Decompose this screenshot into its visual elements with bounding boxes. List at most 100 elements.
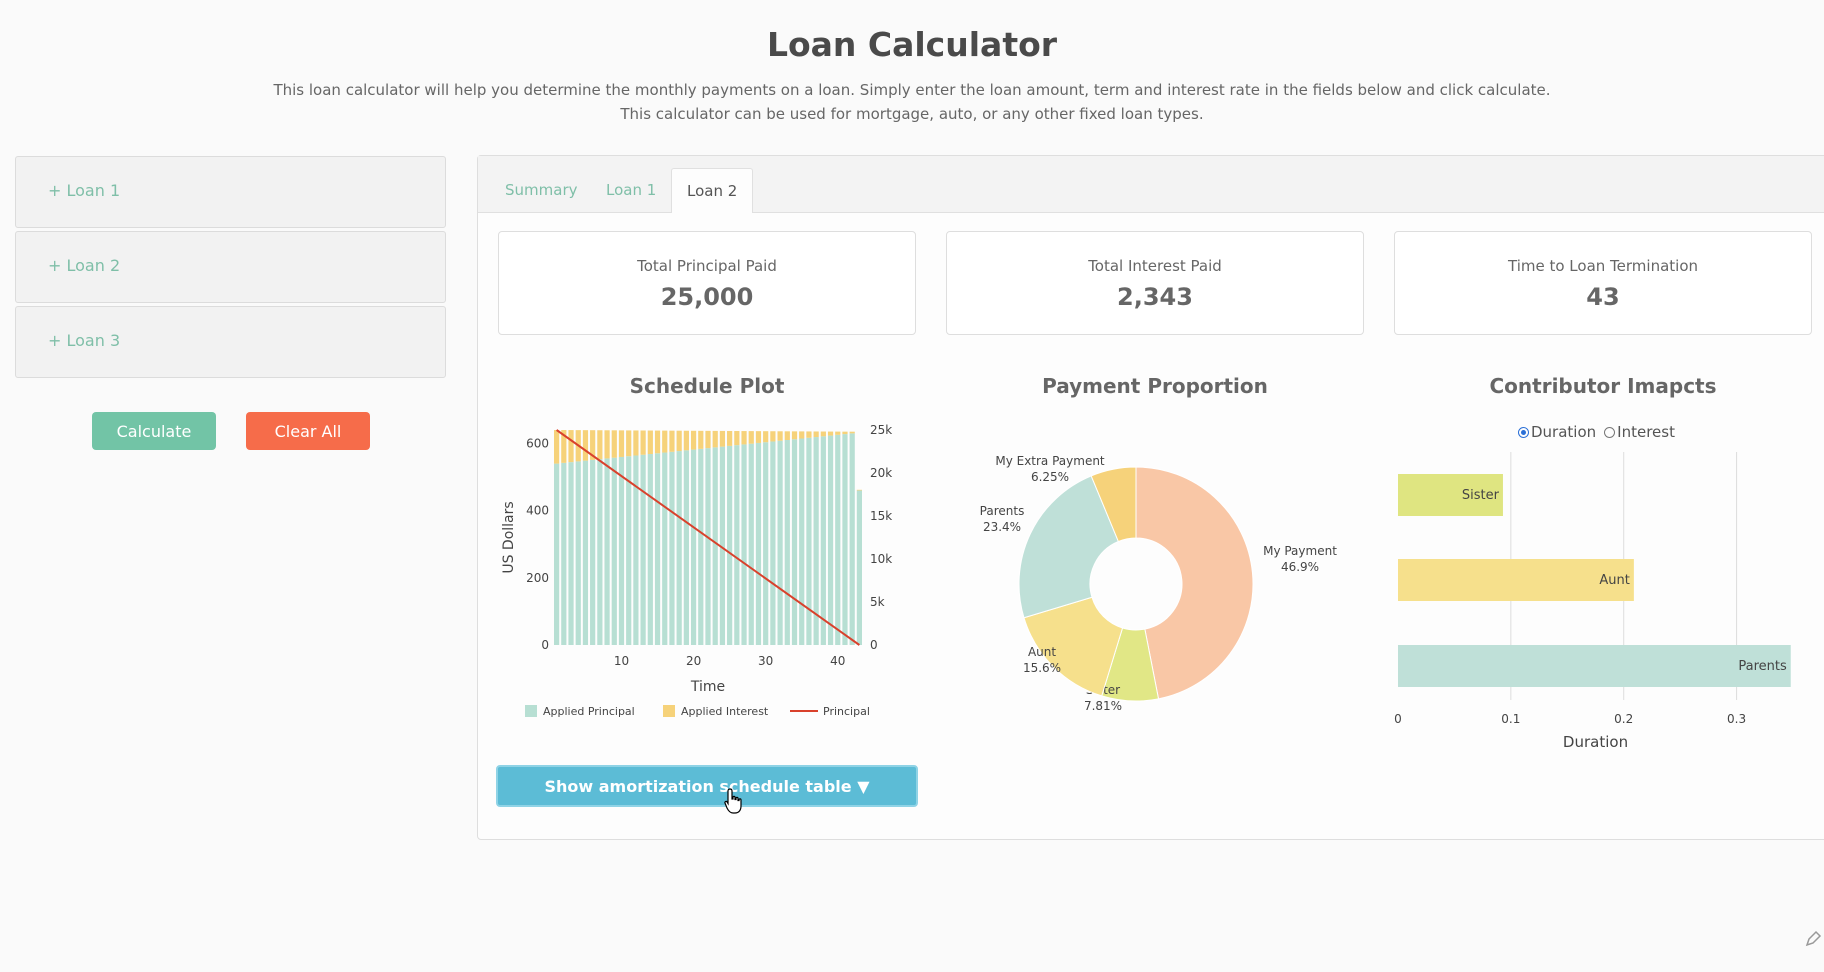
principal-bar — [604, 458, 610, 645]
principal-bar — [741, 444, 747, 645]
loan-accordion: + Loan 1 + Loan 2 + Loan 3 — [15, 156, 446, 381]
contributor-impacts-title: Contributor Imapcts — [1489, 374, 1717, 398]
principal-bar — [763, 442, 769, 645]
legend-interest-swatch — [663, 705, 675, 717]
pie-slice-pct: 7.81% — [1084, 699, 1122, 713]
radio-interest-circle[interactable] — [1604, 426, 1616, 438]
y2-tick-label: 25k — [870, 423, 892, 437]
x-tick-label: 30 — [758, 654, 773, 668]
principal-bar — [626, 456, 632, 645]
stat-label: Time to Loan Termination — [1508, 257, 1698, 275]
x-tick-label: 10 — [614, 654, 629, 668]
principal-bar — [784, 439, 790, 645]
radio-interest[interactable]: Interest — [1604, 423, 1675, 441]
principal-bar — [806, 437, 812, 645]
impact-metric-radio-group: Duration Interest — [1518, 423, 1675, 441]
x-tick-label: 0.2 — [1614, 712, 1633, 726]
stat-card-principal: Total Principal Paid 25,000 — [498, 231, 916, 335]
radio-duration-label: Duration — [1531, 423, 1597, 441]
principal-bar — [611, 457, 617, 645]
legend-principal-line-label: Principal — [823, 705, 870, 718]
principal-bar — [647, 454, 653, 645]
loan-1-toggle[interactable]: + Loan 1 — [15, 156, 446, 228]
payment-proportion-chart: My Payment46.9%Sister7.81%Aunt15.6%Paren… — [980, 454, 1338, 713]
principal-bar — [654, 453, 661, 645]
interest-bar — [662, 430, 668, 453]
principal-bar — [820, 436, 826, 645]
pie-slice-pct: 6.25% — [1031, 470, 1069, 484]
interest-bar — [842, 431, 848, 435]
loan-3-toggle[interactable]: + Loan 3 — [15, 306, 446, 378]
x-axis-label: Time — [690, 679, 725, 695]
legend-principal-swatch — [525, 705, 537, 717]
description-line-2: This calculator can be used for mortgage… — [620, 105, 1204, 123]
y2-tick-label: 20k — [870, 466, 892, 480]
contributor-bar-label: Parents — [1738, 659, 1787, 674]
interest-bar — [640, 430, 646, 455]
interest-bar — [849, 431, 855, 434]
interest-bar — [820, 431, 826, 437]
tab-bar: Summary Loan 1 Loan 2 — [478, 156, 1824, 213]
radio-duration[interactable]: Duration — [1518, 423, 1596, 441]
x-tick-label: 0.3 — [1727, 712, 1746, 726]
interest-bar — [698, 430, 704, 449]
calculate-button[interactable]: Calculate — [92, 412, 216, 450]
interest-bar — [755, 431, 762, 443]
interest-bar — [633, 430, 639, 456]
interest-bar — [719, 430, 726, 447]
loan-2-toggle[interactable]: + Loan 2 — [15, 231, 446, 303]
interest-bar — [799, 431, 805, 439]
pie-slice-pct: 23.4% — [983, 520, 1021, 534]
interest-bar — [690, 430, 697, 450]
x-tick-label: 0 — [1394, 712, 1402, 726]
y-tick-label: 400 — [526, 504, 549, 518]
interest-bar — [604, 430, 610, 459]
contributor-impacts-chart: 0 0.1 0.2 0.3 Sister Aunt Parents Duration — [1394, 452, 1791, 751]
tab-loan-2[interactable]: Loan 2 — [671, 168, 754, 213]
interest-bar — [683, 430, 689, 451]
principal-bar — [827, 435, 834, 645]
show-amortization-button[interactable]: Show amortization schedule table ▼ — [496, 765, 918, 807]
principal-bar — [705, 448, 711, 645]
interest-bar — [626, 430, 632, 457]
pie-slice-label: My Payment — [1263, 544, 1337, 558]
principal-bar — [799, 438, 805, 645]
legend-interest-label: Applied Interest — [681, 705, 769, 718]
clear-all-button[interactable]: Clear All — [246, 412, 370, 450]
contributor-bar — [1398, 645, 1791, 687]
stat-card-interest: Total Interest Paid 2,343 — [946, 231, 1364, 335]
schedule-plot-title: Schedule Plot — [629, 374, 785, 398]
pie-slice-pct: 15.6% — [1023, 661, 1061, 675]
principal-bar — [662, 452, 668, 645]
pie-slice-label: My Extra Payment — [995, 454, 1105, 468]
tab-summary[interactable]: Summary — [505, 168, 578, 212]
stat-label: Total Interest Paid — [1088, 257, 1222, 275]
principal-bar — [554, 463, 560, 645]
principal-bar — [669, 451, 675, 645]
interest-bar — [654, 430, 661, 454]
principal-bar — [755, 442, 762, 645]
interest-bar — [835, 431, 841, 435]
interest-bar — [568, 430, 574, 463]
schedule-plot: 0 200 400 600 0 5k 10k 15k 20k 25k 10 20 30 40 Time US … — [501, 423, 892, 718]
stat-value: 43 — [1586, 283, 1620, 311]
tab-loan-1[interactable]: Loan 1 — [606, 168, 656, 212]
y2-tick-label: 5k — [870, 595, 885, 609]
contributor-bar-label: Aunt — [1599, 573, 1629, 588]
principal-bar — [618, 456, 625, 645]
y2-tick-label: 0 — [870, 638, 878, 652]
x-tick-label: 20 — [686, 654, 701, 668]
principal-bar — [856, 490, 862, 645]
interest-bar — [676, 430, 682, 452]
interest-bar — [741, 431, 747, 445]
radio-duration-circle[interactable] — [1518, 426, 1529, 438]
principal-bar — [712, 447, 718, 645]
principal-bar — [777, 440, 783, 645]
y-tick-label: 600 — [526, 436, 549, 450]
legend-principal-label: Applied Principal — [543, 705, 635, 718]
y-tick-label: 0 — [541, 638, 549, 652]
page-description: This loan calculator will help you deter… — [0, 78, 1824, 126]
principal-bar — [770, 441, 776, 645]
principal-bar — [640, 454, 646, 645]
interest-bar — [748, 431, 754, 444]
